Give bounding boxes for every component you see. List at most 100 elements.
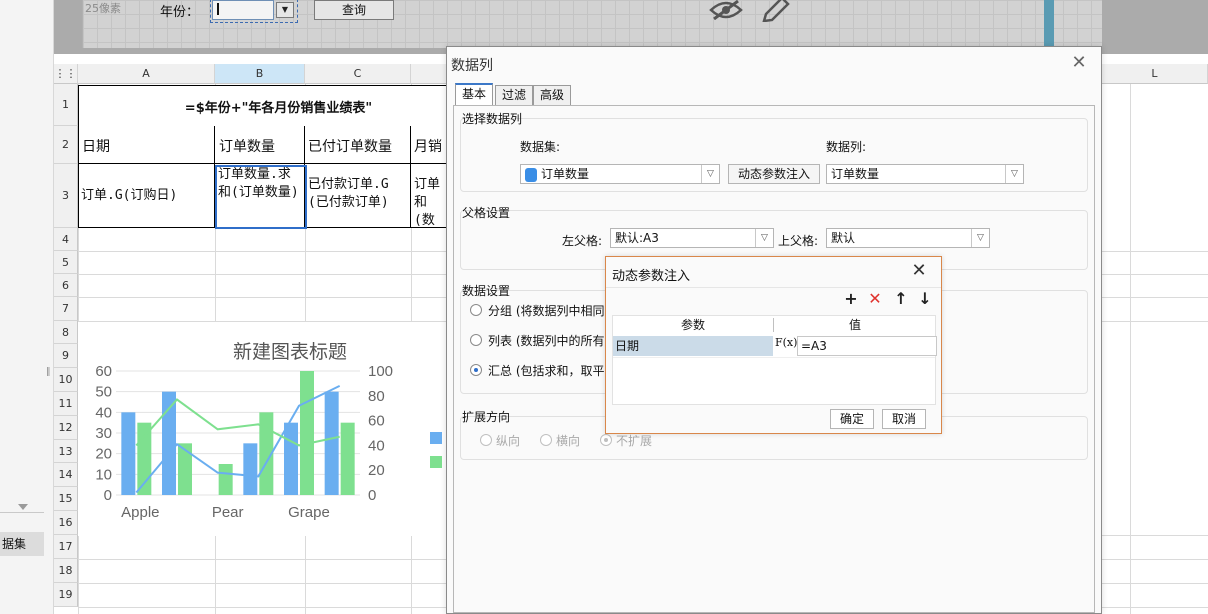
- row-header-2[interactable]: 2: [54, 126, 78, 164]
- column-header-l[interactable]: L: [1102, 64, 1208, 84]
- horizontal-label: 横向: [556, 434, 581, 448]
- param-table: 参数 值 日期 F(x) =A3: [612, 315, 937, 405]
- row-header-6[interactable]: 6: [54, 274, 78, 297]
- chart[interactable]: 新建图表标题 0 10 20 30 40 50 60 0 20 40 60 80 100 Apple P…: [78, 322, 448, 536]
- group-option-label: 分组 (将数据列中相同: [488, 304, 605, 318]
- radio-no-expand[interactable]: [600, 434, 612, 446]
- delete-icon[interactable]: ✕: [866, 289, 884, 309]
- row-header-19[interactable]: 19: [54, 583, 78, 607]
- chevron-down-icon: ▽: [1005, 165, 1023, 183]
- row-header-18[interactable]: 18: [54, 559, 78, 583]
- column-label: 数据列:: [826, 140, 867, 154]
- cell-b2[interactable]: 订单数量: [215, 126, 305, 164]
- edit-pencil-icon[interactable]: [760, 0, 790, 22]
- tab-filter[interactable]: 过滤: [495, 85, 534, 105]
- ok-button[interactable]: 确定: [830, 409, 874, 429]
- param-value-field[interactable]: =A3: [797, 336, 937, 356]
- column-select[interactable]: 订单数量 ▽: [826, 164, 1024, 184]
- row-header-4[interactable]: 4: [54, 228, 78, 251]
- row-header-12[interactable]: 12: [54, 416, 78, 440]
- left-parent-select[interactable]: 默认:A3 ▽: [610, 228, 774, 248]
- size-hint: 25像素: [85, 2, 121, 15]
- cell-d2[interactable]: 月销: [411, 126, 447, 164]
- hide-eye-icon[interactable]: [708, 0, 744, 20]
- chart-bar: [300, 371, 314, 495]
- row-header-15[interactable]: 15: [54, 487, 78, 511]
- dataset-tab[interactable]: 据集: [0, 532, 44, 556]
- param-row-name[interactable]: 日期: [613, 336, 773, 356]
- left-axis-tick-label: 0: [104, 487, 112, 504]
- row-header-11[interactable]: 11: [54, 392, 78, 416]
- chart-bar: [178, 443, 192, 495]
- right-axis-tick-label: 60: [368, 413, 385, 430]
- column-header-b[interactable]: B: [215, 64, 305, 84]
- report-title-cell[interactable]: =$年份+"年各月份销售业绩表": [78, 85, 478, 127]
- dataset-select[interactable]: 订单数量 ▽: [520, 164, 720, 184]
- legend-swatch: [430, 456, 442, 468]
- dynamic-param-dialog[interactable]: 动态参数注入 ✕ + ✕ ↑ ↓ 参数 值 日期 F(x) =A3 确定 取消: [605, 256, 942, 434]
- left-axis-tick-label: 30: [95, 425, 112, 442]
- selection-outline: [210, 0, 298, 23]
- left-axis-tick-label: 60: [95, 363, 112, 380]
- chart-bar: [243, 443, 258, 495]
- tab-basic[interactable]: 基本: [455, 83, 494, 105]
- list-option-label: 列表 (数据列中的所有数: [488, 334, 617, 348]
- left-axis-tick-label: 20: [95, 446, 112, 463]
- select-column-label: 选择数据列: [462, 112, 523, 126]
- tab-advanced[interactable]: 高级: [533, 85, 572, 105]
- column-header-c[interactable]: C: [305, 64, 411, 84]
- summary-option-label: 汇总 (包括求和，取平均: [488, 364, 617, 378]
- row-header-10[interactable]: 10: [54, 368, 78, 392]
- row-header-3[interactable]: 3: [54, 164, 78, 228]
- close-icon[interactable]: ✕: [909, 261, 929, 281]
- expand-label: 扩展方向: [462, 410, 511, 424]
- param-column-header: 参数: [680, 318, 705, 332]
- cell-a2[interactable]: 日期: [78, 126, 215, 164]
- no-expand-label: 不扩展: [616, 434, 653, 448]
- select-all-corner[interactable]: ⋮⋮: [54, 64, 78, 84]
- top-parent-select[interactable]: 默认 ▽: [826, 228, 990, 248]
- cancel-button[interactable]: 取消: [882, 409, 926, 429]
- cell-c2[interactable]: 已付订单数量: [305, 126, 411, 164]
- row-header-5[interactable]: 5: [54, 251, 78, 274]
- cell-a3[interactable]: 订单.G(订购日): [78, 164, 215, 228]
- query-button[interactable]: 查询: [314, 0, 394, 20]
- move-down-icon[interactable]: ↓: [916, 289, 934, 309]
- radio-vertical[interactable]: [480, 434, 492, 446]
- radio-group-option[interactable]: [470, 304, 482, 316]
- row-header-14[interactable]: 14: [54, 463, 78, 487]
- row-header-13[interactable]: 13: [54, 440, 78, 463]
- radio-summary-option[interactable]: [470, 364, 482, 376]
- dataset-value: 订单数量: [541, 167, 590, 181]
- data-settings-label: 数据设置: [462, 284, 511, 298]
- radio-list-option[interactable]: [470, 334, 482, 346]
- cell-c3[interactable]: 已付款订单.G(已付款订单): [305, 164, 411, 228]
- parent-cell-label: 父格设置: [462, 206, 511, 220]
- collapse-arrow-icon[interactable]: [18, 504, 28, 510]
- left-axis-tick-label: 40: [95, 404, 112, 421]
- row-header-8[interactable]: 8: [54, 321, 78, 344]
- chevron-down-icon: ▽: [755, 229, 773, 247]
- dialog-title: 数据列: [451, 58, 493, 74]
- title-separator: [606, 287, 941, 288]
- close-icon[interactable]: ✕: [1069, 53, 1089, 73]
- row-header-1[interactable]: 1: [54, 84, 78, 126]
- row-header-7[interactable]: 7: [54, 297, 78, 321]
- dynamic-param-button[interactable]: 动态参数注入: [728, 164, 820, 184]
- column-header-a[interactable]: A: [78, 64, 215, 84]
- vertical-label: 纵向: [496, 434, 521, 448]
- row-header-17[interactable]: 17: [54, 535, 78, 559]
- row-header-9[interactable]: 9: [54, 344, 78, 368]
- add-icon[interactable]: +: [842, 289, 860, 309]
- radio-horizontal[interactable]: [540, 434, 552, 446]
- move-up-icon[interactable]: ↑: [892, 289, 910, 309]
- chart-bar: [284, 422, 298, 495]
- row-header-16[interactable]: 16: [54, 511, 78, 535]
- header-separator: [773, 318, 774, 332]
- formula-icon[interactable]: F(x): [775, 336, 797, 356]
- selected-cell-outline: [215, 165, 307, 229]
- resize-grip-icon[interactable]: ‖: [46, 367, 51, 377]
- cell-d3[interactable]: 订单和(数: [411, 164, 447, 228]
- column-value: 订单数量: [831, 167, 880, 181]
- chevron-down-icon: ▽: [971, 229, 989, 247]
